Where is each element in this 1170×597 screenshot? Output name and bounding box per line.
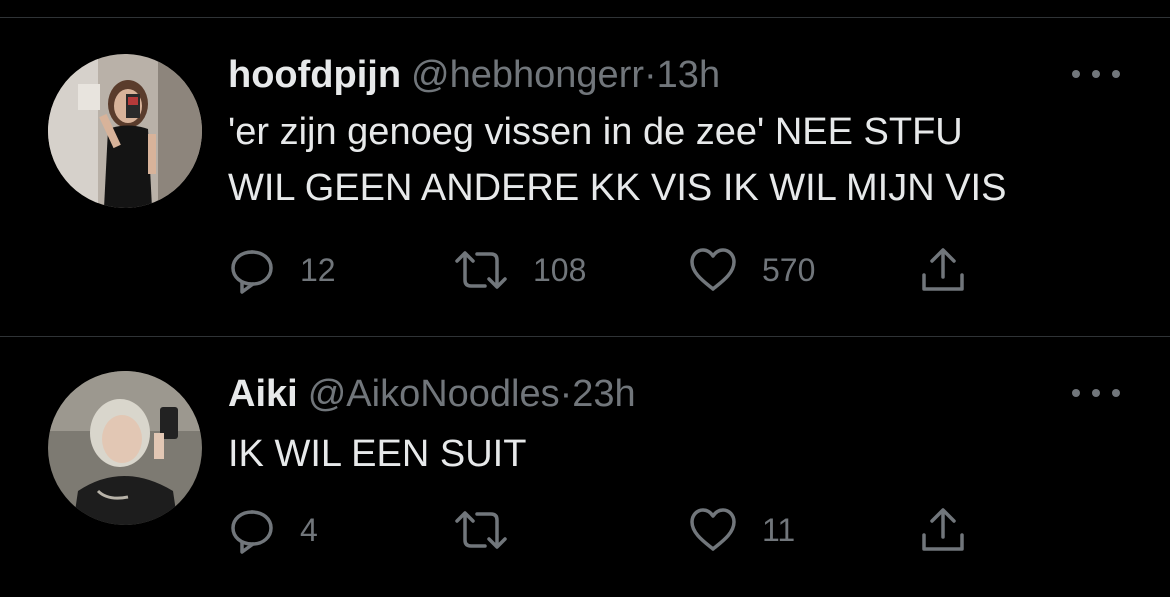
reply-button[interactable]: 4	[228, 505, 318, 555]
timestamp[interactable]: 13h	[657, 54, 720, 96]
tweet-header: Aiki @AikoNoodles·23h	[228, 373, 636, 415]
more-dots-icon[interactable]	[1072, 64, 1120, 84]
retweet-arrows-icon	[453, 246, 509, 294]
tweet-header: hoofdpijn @hebhongerr·13h	[228, 54, 720, 96]
retweet-button[interactable]	[453, 505, 533, 555]
timestamp[interactable]: 23h	[572, 373, 635, 415]
like-count: 11	[762, 511, 796, 548]
speech-bubble-icon	[228, 246, 276, 294]
more-dots-icon[interactable]	[1072, 383, 1120, 403]
separator-dot: ·	[559, 373, 573, 415]
retweet-button[interactable]: 108	[453, 245, 586, 295]
separator-dot: ·	[644, 54, 657, 96]
like-count: 570	[762, 251, 816, 288]
display-name[interactable]: hoofdpijn	[228, 54, 401, 96]
avatar[interactable]	[48, 54, 202, 208]
reply-count: 4	[300, 511, 318, 548]
tweet-divider	[0, 336, 1170, 337]
tweet[interactable]: Aiki @AikoNoodles·23h IK WIL EEN SUIT 4 1…	[0, 338, 1170, 597]
heart-icon	[688, 246, 738, 294]
like-button[interactable]: 11	[688, 505, 795, 555]
share-button[interactable]	[918, 505, 968, 555]
tweet[interactable]: hoofdpijn @hebhongerr·13h 'er zijn genoeg…	[0, 18, 1170, 336]
retweet-arrows-icon	[453, 506, 509, 554]
reply-button[interactable]: 12	[228, 245, 336, 295]
share-upload-icon	[918, 245, 968, 295]
share-button[interactable]	[918, 245, 968, 295]
display-name[interactable]: Aiki	[228, 373, 298, 415]
heart-icon	[688, 506, 738, 554]
like-button[interactable]: 570	[688, 245, 815, 295]
reply-count: 12	[300, 251, 336, 288]
retweet-count: 108	[533, 251, 587, 288]
tweet-text: IK WIL EEN SUIT	[228, 433, 527, 475]
user-handle[interactable]: @hebhongerr	[411, 54, 644, 96]
avatar[interactable]	[48, 371, 202, 525]
tweet-text: 'er zijn genoeg vissen in de zee' NEE ST…	[228, 111, 1007, 209]
share-upload-icon	[918, 505, 968, 555]
speech-bubble-icon	[228, 506, 276, 554]
user-handle[interactable]: @AikoNoodles	[308, 373, 560, 415]
